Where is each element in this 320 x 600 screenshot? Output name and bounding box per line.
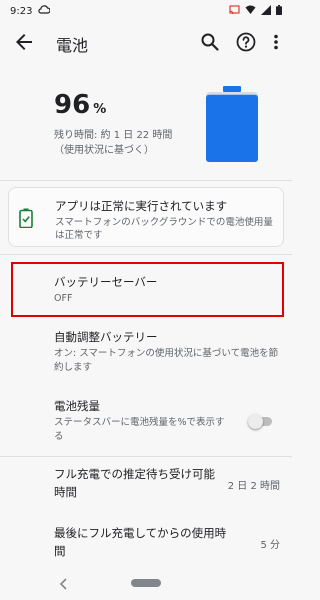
signal-icon	[261, 4, 271, 18]
full-charge-standby-value: 2 日 2 時間	[227, 481, 280, 492]
since-full-charge-title-line2: 間	[54, 544, 66, 558]
divider	[0, 456, 292, 457]
status-bar: 9:23	[0, 0, 292, 22]
battery-check-icon	[19, 208, 33, 228]
battery-percent-value: 96	[54, 90, 91, 120]
battery-remaining-line1: 残り時間: 約 1 日 22 時間	[54, 130, 173, 141]
battery-percentage-toggle[interactable]	[248, 414, 272, 429]
status-bar-right	[229, 4, 282, 18]
status-bar-left: 9:23	[10, 5, 52, 17]
adaptive-battery-summary: オン: スマートフォンの使用状況に基づいて電池を節約します	[54, 348, 279, 373]
more-options-button[interactable]	[266, 30, 286, 54]
cast-icon	[229, 4, 240, 18]
battery-status-text: スマートフォンのバックグラウンドでの電池使用量は正常です	[55, 217, 273, 241]
help-icon	[236, 32, 256, 52]
nav-home-pill[interactable]	[131, 579, 161, 587]
battery-remaining-line2: （使用状況に基づく）	[54, 145, 154, 156]
more-vert-icon	[274, 34, 278, 50]
arrow-left-icon	[16, 34, 32, 50]
battery-saver-status: OFF	[54, 293, 73, 304]
battery-saver-title: バッテリーセーバー	[54, 275, 158, 289]
wifi-icon	[245, 5, 256, 18]
full-charge-standby-title-line2: 時間	[54, 485, 77, 499]
battery-percentage-summary: ステータスバーに電池残量を%で表示する	[54, 417, 225, 442]
page-title: 電池	[56, 36, 89, 55]
battery-status-title: アプリは正常に実行されています	[55, 199, 228, 213]
status-time: 9:23	[10, 5, 33, 17]
divider	[0, 254, 292, 255]
nav-back-button[interactable]	[58, 576, 70, 590]
navigation-bar	[0, 566, 292, 600]
status-battery-icon	[276, 4, 282, 18]
adaptive-battery-title: 自動調整バッテリー	[54, 330, 158, 344]
back-button[interactable]	[12, 30, 36, 54]
search-button[interactable]	[198, 30, 222, 54]
battery-percent-sign: %	[93, 102, 107, 117]
battery-percentage-title: 電池残量	[54, 399, 100, 413]
battery-summary: 96% 残り時間: 約 1 日 22 時間 （使用状況に基づく）	[0, 62, 292, 180]
help-button[interactable]	[234, 30, 258, 54]
full-charge-standby-title-line1: フル充電での推定待ち受け可能	[54, 467, 215, 481]
battery-status-card[interactable]: アプリは正常に実行されています スマートフォンのバックグラウンドでの電池使用量は…	[8, 187, 284, 247]
chevron-left-icon	[59, 578, 67, 590]
cloud-notification-icon	[38, 5, 52, 17]
battery-remaining-time: 残り時間: 約 1 日 22 時間 （使用状況に基づく）	[54, 128, 172, 158]
toggle-thumb	[248, 414, 263, 429]
battery-level-icon	[206, 86, 258, 162]
since-full-charge-value: 5 分	[260, 540, 280, 551]
since-full-charge-title-line1: 最後にフル充電してからの使用時	[54, 526, 227, 540]
divider	[0, 180, 292, 181]
app-bar: 電池	[0, 22, 292, 62]
search-icon	[201, 33, 219, 51]
battery-percent: 96%	[54, 90, 106, 120]
